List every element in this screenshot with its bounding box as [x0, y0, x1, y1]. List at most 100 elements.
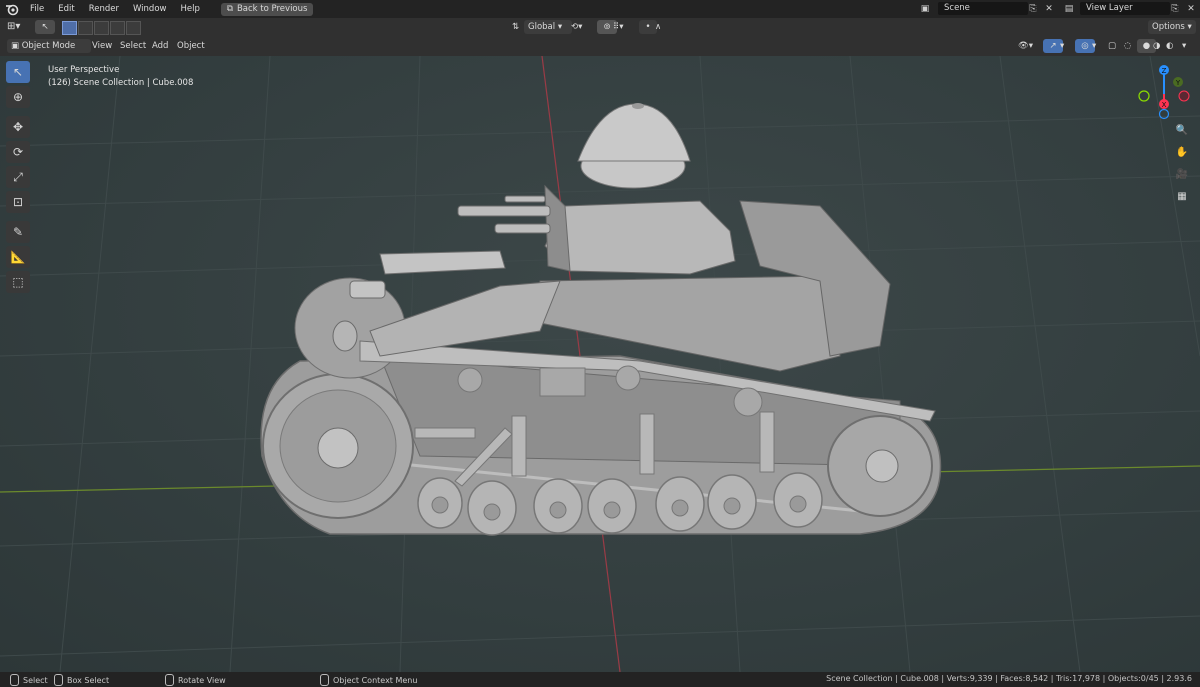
- shading-rendered-icon[interactable]: ◐: [1166, 39, 1173, 53]
- snap-target-icon[interactable]: ⠿▾: [613, 20, 624, 34]
- status-context-menu-label: Object Context Menu: [333, 675, 418, 685]
- headlight: [349, 280, 386, 299]
- transform-tool-icon[interactable]: ⊡: [6, 191, 30, 213]
- neg-y-axis-icon[interactable]: [1138, 90, 1150, 102]
- zoom-icon[interactable]: 🔍: [1172, 120, 1192, 140]
- select-extend-icon[interactable]: [78, 21, 93, 35]
- z-axis-label: Z: [1162, 67, 1167, 75]
- pan-hand-icon[interactable]: ✋: [1172, 142, 1192, 162]
- transform-orientation-icon[interactable]: ⇅: [512, 20, 519, 34]
- transform-orientation-label: Global: [528, 22, 556, 32]
- mouse-right-icon: [320, 674, 329, 686]
- menu-window[interactable]: Window: [126, 4, 174, 14]
- mode-dropdown[interactable]: ▣ Object Mode: [7, 39, 91, 53]
- rotate-tool-icon[interactable]: ⟳: [6, 141, 30, 163]
- select-intersect-icon[interactable]: [126, 21, 141, 35]
- overlays-dropdown-icon[interactable]: ▾: [1092, 39, 1096, 53]
- camera-view-icon[interactable]: 🎥: [1172, 164, 1192, 184]
- shading-wireframe-icon[interactable]: ◌: [1124, 39, 1131, 53]
- gun-barrels: [457, 195, 551, 234]
- scene-statistics: Scene Collection | Cube.008 | Verts:9,33…: [826, 674, 1192, 683]
- x-axis-label: X: [1162, 101, 1167, 109]
- menu-render[interactable]: Render: [82, 4, 126, 14]
- move-tool-icon[interactable]: ✥: [6, 116, 30, 138]
- view-layer-field[interactable]: View Layer: [1080, 2, 1170, 15]
- menu-view[interactable]: View: [92, 39, 112, 53]
- status-box-select: Box Select: [54, 674, 109, 686]
- new-scene-icon[interactable]: ⎘: [1026, 2, 1040, 15]
- gizmo-dropdown-icon[interactable]: ▾: [1060, 39, 1064, 53]
- cupola-dome: [577, 103, 691, 162]
- transform-orientation-dropdown[interactable]: Global ▾: [524, 20, 572, 34]
- mouse-left-icon: [10, 674, 19, 686]
- tool-shelf: ↖ ⊕ ✥ ⟳ ⤢ ⊡ ✎ 📐 ⬚: [6, 61, 32, 296]
- menu-add[interactable]: Add: [152, 39, 168, 53]
- mode-label: Object Mode: [21, 41, 76, 51]
- orthographic-toggle-icon[interactable]: ▦: [1172, 186, 1192, 206]
- view-layer-icon[interactable]: ▤: [1062, 2, 1076, 15]
- back-icon: ⧉: [226, 3, 233, 14]
- cursor-tool-icon[interactable]: ⊕: [6, 86, 30, 108]
- scene-icon[interactable]: ▣: [918, 2, 932, 15]
- front-idler-hub: [317, 427, 359, 469]
- perspective-label: User Perspective: [48, 65, 120, 75]
- neg-x-axis-icon[interactable]: [1178, 90, 1190, 102]
- status-bar: Select Box Select Rotate View Object Con…: [0, 672, 1200, 687]
- select-new-icon[interactable]: [62, 21, 77, 35]
- horn-light: [332, 320, 358, 352]
- viewport-header: ▣ Object Mode View Select Add Object 👁▾ …: [0, 37, 1200, 56]
- delete-scene-icon[interactable]: ✕: [1042, 2, 1056, 15]
- status-rotate-view-label: Rotate View: [178, 675, 226, 685]
- select-tool-icon[interactable]: ↖: [35, 20, 55, 34]
- select-invert-icon[interactable]: [110, 21, 125, 35]
- status-select: Select: [10, 674, 48, 686]
- shading-material-icon[interactable]: ◑: [1153, 39, 1160, 53]
- mouse-drag-icon: [54, 674, 63, 686]
- tool-header: ⊞▾ ↖ ⇅ Global ▾ ⟲▾ ⊚ ⠿▾ • ∧ Options ▾: [0, 18, 1200, 38]
- status-box-select-label: Box Select: [67, 675, 110, 685]
- status-context-menu: Object Context Menu: [320, 674, 417, 686]
- xray-toggle-icon[interactable]: ▢: [1108, 39, 1116, 53]
- new-view-layer-icon[interactable]: ⎘: [1168, 2, 1182, 15]
- scene-name-field[interactable]: Scene: [938, 2, 1028, 15]
- rear-sprocket-hub: [865, 449, 899, 483]
- viewport-scene-svg: [0, 56, 1200, 672]
- menu-object[interactable]: Object: [177, 39, 205, 53]
- menu-select[interactable]: Select: [120, 39, 146, 53]
- visibility-icon[interactable]: 👁▾: [1018, 39, 1033, 53]
- mouse-middle-icon: [165, 674, 174, 686]
- object-mode-icon: ▣: [11, 41, 20, 51]
- main-menu: File Edit Render Window Help: [23, 0, 207, 18]
- y-axis-label: Y: [1175, 79, 1181, 87]
- annotate-tool-icon[interactable]: ✎: [6, 221, 30, 243]
- pivot-point-icon[interactable]: ⟲▾: [571, 20, 582, 34]
- menu-help[interactable]: Help: [173, 4, 206, 14]
- front-plate: [379, 250, 506, 275]
- select-box-tool-icon[interactable]: ↖: [6, 61, 30, 83]
- back-to-previous-button[interactable]: ⧉ Back to Previous: [220, 2, 314, 16]
- viewport-info: User Perspective (126) Scene Collection …: [48, 64, 193, 90]
- select-subtract-icon[interactable]: [94, 21, 109, 35]
- menu-edit[interactable]: Edit: [51, 4, 81, 14]
- collection-info-label: (126) Scene Collection | Cube.008: [48, 78, 194, 88]
- add-cube-tool-icon[interactable]: ⬚: [6, 271, 30, 293]
- status-rotate-view: Rotate View: [165, 674, 226, 686]
- status-select-label: Select: [23, 675, 48, 685]
- measure-tool-icon[interactable]: 📐: [6, 246, 30, 268]
- cupola-knob: [632, 103, 644, 109]
- 3d-viewport[interactable]: User Perspective (126) Scene Collection …: [0, 56, 1200, 672]
- menu-file[interactable]: File: [23, 4, 51, 14]
- options-label: Options: [1152, 22, 1185, 32]
- falloff-icon[interactable]: ∧: [655, 20, 661, 34]
- blender-logo-icon[interactable]: [5, 2, 19, 16]
- back-to-previous-label: Back to Previous: [236, 3, 308, 14]
- shading-dropdown-icon[interactable]: ▾: [1182, 39, 1186, 53]
- options-dropdown[interactable]: Options ▾: [1148, 20, 1196, 34]
- editor-type-icon[interactable]: ⊞▾: [7, 20, 20, 34]
- delete-view-layer-icon[interactable]: ✕: [1184, 2, 1198, 15]
- scale-tool-icon[interactable]: ⤢: [6, 166, 30, 188]
- tank-model[interactable]: [260, 103, 942, 536]
- turret-body: [544, 200, 736, 275]
- neg-z-axis-icon[interactable]: [1158, 108, 1170, 120]
- navigation-gizmo[interactable]: Z X Y: [1132, 62, 1192, 122]
